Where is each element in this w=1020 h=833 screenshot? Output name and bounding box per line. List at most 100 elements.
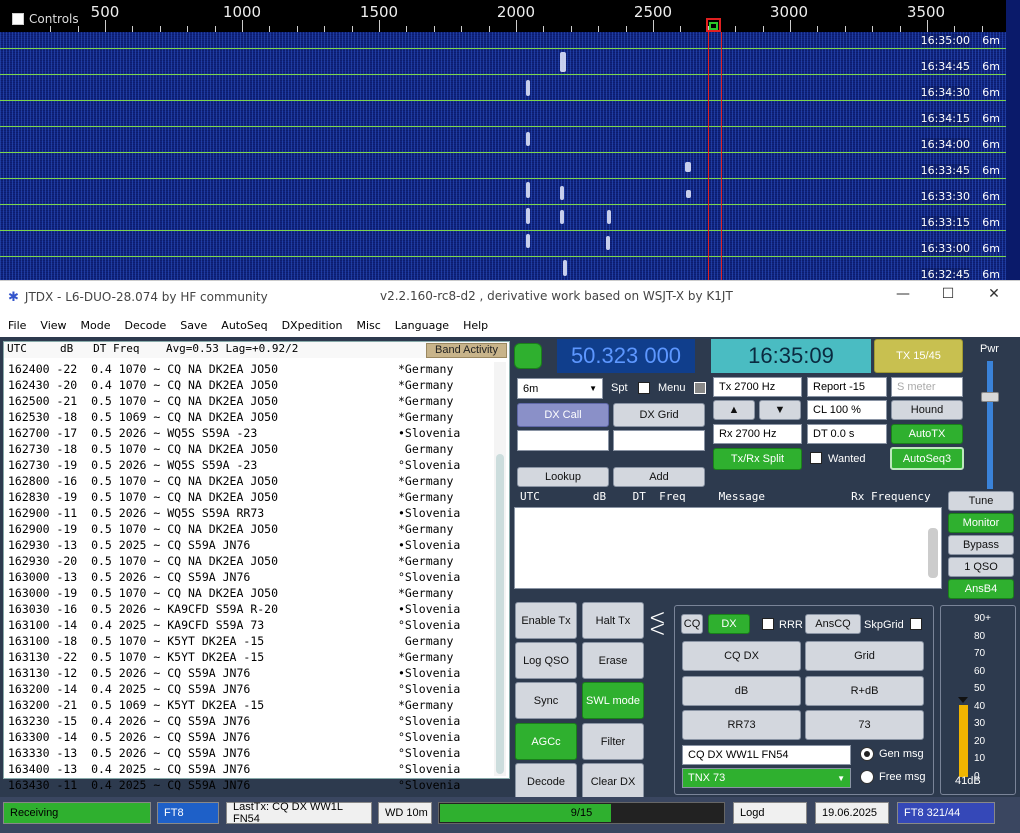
power-slider-handle[interactable]: [981, 392, 999, 402]
generated-message-field[interactable]: CQ DX WW1L FN54: [682, 745, 851, 765]
maximize-button[interactable]: ☐: [938, 286, 958, 302]
decode-row[interactable]: 162500 -21 0.5 1070 ~ CQ NA DK2EA JO50 *G…: [8, 394, 488, 410]
decode-row[interactable]: 162930 -13 0.5 2025 ~ CQ S59A JN76 •Slove…: [8, 538, 488, 554]
erase-button[interactable]: Erase: [582, 642, 644, 679]
grid-button[interactable]: Grid: [805, 641, 924, 671]
power-slider-track[interactable]: [987, 361, 993, 489]
ansb4-button[interactable]: AnsB4: [948, 579, 1014, 599]
decode-row[interactable]: 163130 -22 0.5 1070 ~ K5YT DK2EA -15 *Ger…: [8, 650, 488, 666]
rx-scroll-thumb[interactable]: [928, 528, 938, 578]
minimize-button[interactable]: —: [893, 286, 913, 302]
enable-tx-button[interactable]: Enable Tx: [515, 602, 577, 639]
menu-help[interactable]: Help: [455, 319, 494, 332]
decode-row[interactable]: 163430 -11 0.4 2025 ~ CQ S59A JN76 °Slove…: [8, 778, 488, 794]
scroll-thumb[interactable]: [496, 454, 504, 774]
menu-checkbox[interactable]: [694, 382, 706, 394]
tx-up-button[interactable]: ▲: [713, 400, 755, 420]
controls-toggle[interactable]: Controls: [12, 12, 79, 26]
band-select[interactable]: 6m ▼: [517, 378, 603, 399]
report-spinbox[interactable]: Report -15: [807, 377, 887, 397]
tx-rx-split-button[interactable]: Tx/Rx Split: [713, 448, 802, 470]
halt-tx-button[interactable]: Halt Tx: [582, 602, 644, 639]
r-db-button[interactable]: R+dB: [805, 676, 924, 706]
rx-marker[interactable]: [709, 22, 718, 30]
decode-row[interactable]: 162730 -18 0.5 1070 ~ CQ NA DK2EA JO50 G…: [8, 442, 488, 458]
rx-frequency-list[interactable]: [514, 507, 942, 589]
arrows-icon[interactable]: ⋀⋀: [648, 612, 665, 635]
menu-decode[interactable]: Decode: [117, 319, 173, 332]
agcc-button[interactable]: AGCc: [515, 723, 577, 760]
rx-frequency-spinbox[interactable]: Rx 2700 Hz: [713, 424, 802, 444]
waterfall[interactable]: Controls 500 1000 1500 2000 2500 3000 35…: [0, 0, 1006, 282]
dx-call-button[interactable]: DX Call: [517, 403, 609, 427]
rrr-checkbox[interactable]: [762, 618, 774, 630]
decode-row[interactable]: 162400 -22 0.4 1070 ~ CQ NA DK2EA JO50 *G…: [8, 362, 488, 378]
decode-row[interactable]: 163300 -14 0.5 2026 ~ CQ S59A JN76 °Slove…: [8, 730, 488, 746]
wanted-checkbox[interactable]: [810, 452, 822, 464]
decode-row[interactable]: 162900 -19 0.5 1070 ~ CQ NA DK2EA JO50 *G…: [8, 522, 488, 538]
menu-autoseq[interactable]: AutoSeq: [213, 319, 273, 332]
decode-button[interactable]: Decode: [515, 763, 577, 800]
filter-button[interactable]: Filter: [582, 723, 644, 760]
close-button[interactable]: ✕: [984, 286, 1004, 302]
menu-file[interactable]: File: [0, 319, 32, 332]
add-button[interactable]: Add: [613, 467, 705, 487]
decode-row[interactable]: 162430 -20 0.4 1070 ~ CQ NA DK2EA JO50 *G…: [8, 378, 488, 394]
cq-dx-button[interactable]: CQ DX: [682, 641, 801, 671]
decode-row[interactable]: 162700 -17 0.5 2026 ~ WQ5S S59A -23 •Slov…: [8, 426, 488, 442]
frequency-scale[interactable]: Controls 500 1000 1500 2000 2500 3000 35…: [0, 0, 1006, 32]
spt-checkbox[interactable]: [638, 382, 650, 394]
dial-frequency[interactable]: 50.323 000: [557, 339, 695, 373]
menu-language[interactable]: Language: [387, 319, 455, 332]
decode-row[interactable]: 163230 -15 0.4 2026 ~ CQ S59A JN76 °Slove…: [8, 714, 488, 730]
one-qso-button[interactable]: 1 QSO: [948, 557, 1014, 577]
decode-row[interactable]: 163130 -12 0.5 2026 ~ CQ S59A JN76 •Slove…: [8, 666, 488, 682]
decode-row[interactable]: 163000 -13 0.5 2026 ~ CQ S59A JN76 °Slove…: [8, 570, 488, 586]
hound-button[interactable]: Hound: [891, 400, 963, 420]
tune-button[interactable]: Tune: [948, 491, 1014, 511]
decode-row[interactable]: 163200 -14 0.4 2025 ~ CQ S59A JN76 °Slove…: [8, 682, 488, 698]
controls-checkbox[interactable]: [12, 13, 24, 25]
tx-period-button[interactable]: TX 15/45: [874, 339, 963, 373]
autoseq-button[interactable]: AutoSeq3: [890, 447, 964, 470]
smeter-input[interactable]: S meter: [891, 377, 963, 397]
dx-grid-input[interactable]: [613, 430, 705, 451]
decode-row[interactable]: 163400 -13 0.4 2025 ~ CQ S59A JN76 °Slove…: [8, 762, 488, 778]
decode-row[interactable]: 162530 -18 0.5 1069 ~ CQ NA DK2EA JO50 *G…: [8, 410, 488, 426]
skpgrid-checkbox[interactable]: [910, 618, 922, 630]
tx-frequency-spinbox[interactable]: Tx 2700 Hz: [713, 377, 802, 397]
menu-dxpedition[interactable]: DXpedition: [274, 319, 349, 332]
decode-row[interactable]: 163000 -19 0.5 1070 ~ CQ NA DK2EA JO50 *G…: [8, 586, 488, 602]
decode-row[interactable]: 163030 -16 0.5 2026 ~ KA9CFD S59A R-20 •S…: [8, 602, 488, 618]
decode-row[interactable]: 163100 -14 0.4 2025 ~ KA9CFD S59A 73 °Slo…: [8, 618, 488, 634]
dx-call-input[interactable]: [517, 430, 609, 451]
swl-mode-button[interactable]: SWL mode: [582, 682, 644, 719]
log-qso-button[interactable]: Log QSO: [515, 642, 577, 679]
sync-button[interactable]: Sync: [515, 682, 577, 719]
monitor-button[interactable]: Monitor: [948, 513, 1014, 533]
cl-spinbox[interactable]: CL 100 %: [807, 400, 887, 420]
title-bar[interactable]: ✱ JTDX - L6-DUO-28.074 by HF community v…: [0, 281, 1020, 313]
tx-down-button[interactable]: ▼: [759, 400, 801, 420]
db-button[interactable]: dB: [682, 676, 801, 706]
decode-row[interactable]: 162830 -19 0.5 1070 ~ CQ NA DK2EA JO50 *G…: [8, 490, 488, 506]
band-activity-panel[interactable]: UTC dB DT Freq Avg=0.53 Lag=+0.92/2 Band …: [3, 341, 510, 792]
decode-row[interactable]: 163330 -13 0.5 2026 ~ CQ S59A JN76 °Slove…: [8, 746, 488, 762]
decode-row[interactable]: 162800 -16 0.5 1070 ~ CQ NA DK2EA JO50 *G…: [8, 474, 488, 490]
menu-mode[interactable]: Mode: [73, 319, 117, 332]
dx-button[interactable]: DX: [708, 614, 750, 634]
clear-dx-button[interactable]: Clear DX: [582, 763, 644, 800]
rr73-button[interactable]: RR73: [682, 710, 801, 740]
menu-save[interactable]: Save: [172, 319, 213, 332]
lookup-button[interactable]: Lookup: [517, 467, 609, 487]
anscq-button[interactable]: AnsCQ: [805, 614, 861, 634]
decode-row[interactable]: 162900 -11 0.5 2026 ~ WQ5S S59A RR73 •Slo…: [8, 506, 488, 522]
autotx-button[interactable]: AutoTX: [891, 424, 963, 444]
cq-button[interactable]: CQ: [681, 614, 703, 634]
menu-view[interactable]: View: [32, 319, 72, 332]
bypass-button[interactable]: Bypass: [948, 535, 1014, 555]
decode-list[interactable]: 162400 -22 0.4 1070 ~ CQ NA DK2EA JO50 *G…: [8, 362, 488, 794]
free-msg-radio[interactable]: [860, 770, 874, 784]
dt-spinbox[interactable]: DT 0.0 s: [807, 424, 887, 444]
menu-misc[interactable]: Misc: [348, 319, 386, 332]
